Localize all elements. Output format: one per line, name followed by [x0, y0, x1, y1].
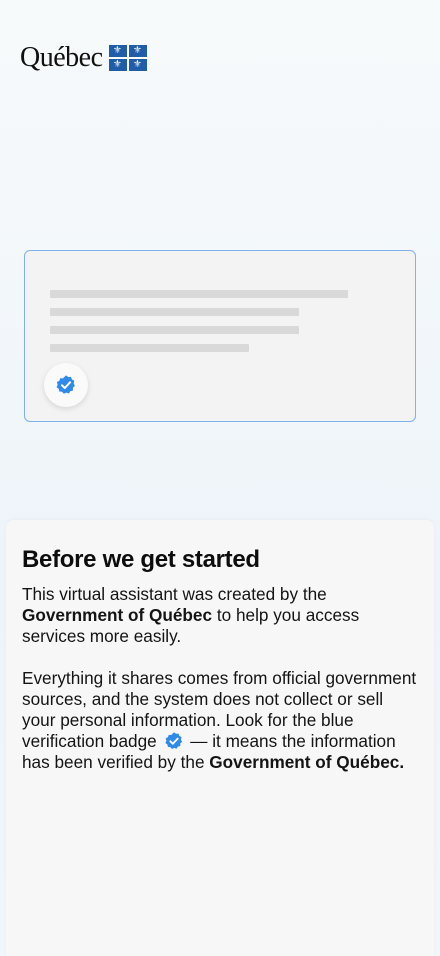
skeleton-line: [50, 326, 299, 334]
quebec-logo: Québec ⚜ ⚜ ⚜ ⚜: [20, 42, 147, 74]
intro-sheet: Before we get started This virtual assis…: [6, 520, 434, 956]
government-name: Government of Québec.: [209, 752, 405, 772]
intro-title: Before we get started: [22, 546, 260, 573]
verified-badge-icon: [56, 375, 75, 394]
verification-badge-bubble: [44, 363, 88, 407]
skeleton-line: [50, 290, 348, 298]
skeleton-line: [50, 308, 299, 316]
quebec-wordmark: Québec: [20, 42, 103, 73]
skeleton-line: [50, 344, 249, 352]
fleur-de-lis-icon: ⚜: [108, 45, 127, 57]
intro-paragraph-2: Everything it shares comes from official…: [22, 668, 418, 773]
verified-badge-icon: [164, 732, 182, 749]
intro-text: This virtual assistant was created by th…: [22, 584, 327, 604]
fleur-de-lis-icon: ⚜: [108, 59, 127, 71]
message-preview-card: [24, 250, 416, 422]
intro-paragraph-1: This virtual assistant was created by th…: [22, 584, 418, 647]
quebec-flag-icon: ⚜ ⚜ ⚜ ⚜: [108, 45, 147, 71]
fleur-de-lis-icon: ⚜: [128, 59, 147, 71]
government-name: Government of Québec: [22, 605, 213, 625]
fleur-de-lis-icon: ⚜: [128, 45, 147, 57]
